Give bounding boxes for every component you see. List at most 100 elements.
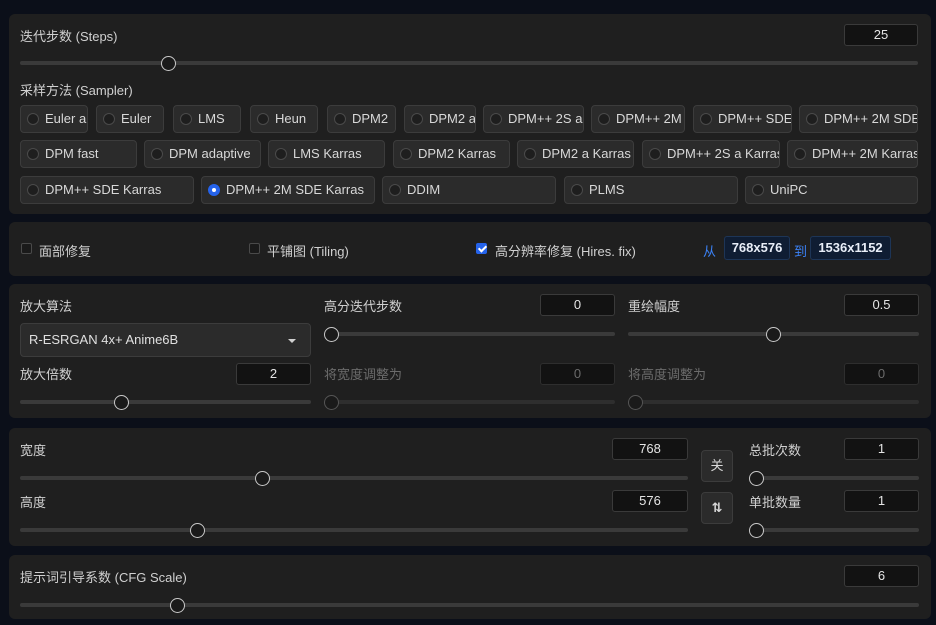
radio-icon [400,148,412,160]
hires-steps-slider-track[interactable] [324,332,615,336]
radio-icon [752,184,764,196]
height-slider-thumb[interactable] [189,523,205,538]
swap-dimensions-button[interactable]: ⇅ [701,492,733,524]
width-label: 宽度 [20,443,47,458]
sampler-option-lms-karras[interactable]: LMS Karras [268,140,385,168]
sampler-option-dpm2-karras[interactable]: DPM2 Karras [393,140,510,168]
denoise-input[interactable]: 0.5 [844,294,919,316]
cfg-slider-thumb[interactable] [170,598,186,613]
radio-selected-icon [208,184,220,196]
cfg-input[interactable]: 6 [844,565,919,587]
sampler-option-plms[interactable]: PLMS [564,176,738,204]
steps-slider-thumb[interactable] [161,56,177,71]
steps-sampler-panel: 迭代步数 (Steps) 25 采样方法 (Sampler) Euler a E… [9,14,931,214]
upscaler-label: 放大算法 [20,299,73,314]
resize-width-label: 将宽度调整为 [324,367,403,382]
resize-width-slider-thumb[interactable] [324,395,339,410]
height-slider-track[interactable] [20,528,688,532]
sampler-option-dpm-adaptive[interactable]: DPM adaptive [144,140,261,168]
batch-size-label: 单批数量 [749,495,802,510]
sampler-option-euler-a[interactable]: Euler a [20,105,88,133]
upscaler-dropdown[interactable]: R-ESRGAN 4x+ Anime6B [20,323,311,357]
radio-icon [649,148,661,160]
lock-aspect-button[interactable]: 关 [701,450,733,482]
tiling-label: 平铺图 (Tiling) [267,244,349,259]
radio-icon [411,113,423,125]
upscaler-value: R-ESRGAN 4x+ Anime6B [29,332,179,347]
cfg-slider-track[interactable] [20,603,919,607]
sampler-option-dpm2-a-karras[interactable]: DPM2 a Karras [517,140,634,168]
width-slider-track[interactable] [20,476,688,480]
sampler-option-dpmpp-2s-a[interactable]: DPM++ 2S a [483,105,584,133]
upscale-by-label: 放大倍数 [20,367,73,382]
radio-icon [598,113,610,125]
from-label: 从 [703,244,717,259]
hires-steps-slider-thumb[interactable] [324,327,339,342]
batch-size-slider-thumb[interactable] [749,523,764,538]
sampler-option-dpmpp-2m[interactable]: DPM++ 2M [591,105,685,133]
radio-icon [794,148,806,160]
steps-label: 迭代步数 (Steps) [20,29,118,44]
batch-count-slider-track[interactable] [749,476,919,480]
upscale-by-input[interactable]: 2 [236,363,311,385]
steps-slider-track[interactable] [20,61,918,65]
radio-icon [389,184,401,196]
batch-count-label: 总批次数 [749,443,802,458]
resize-height-label: 将高度调整为 [628,367,707,382]
hires-fix-label: 高分辨率修复 (Hires. fix) [495,244,636,259]
face-restore-checkbox[interactable] [21,243,32,254]
hires-steps-input[interactable]: 0 [540,294,615,316]
batch-count-slider-thumb[interactable] [749,471,764,486]
batch-size-input[interactable]: 1 [844,490,919,512]
sampler-option-unipc[interactable]: UniPC [745,176,918,204]
resize-height-slider-track[interactable] [628,400,919,404]
sampler-option-dpm2[interactable]: DPM2 [327,105,396,133]
width-slider-thumb[interactable] [255,471,271,486]
radio-icon [700,113,712,125]
sampler-option-dpmpp-sde-karras[interactable]: DPM++ SDE Karras [20,176,194,204]
from-resolution: 768x576 [724,236,790,260]
sampler-option-dpm2-a[interactable]: DPM2 a [404,105,476,133]
radio-icon [180,113,192,125]
upscale-by-slider-thumb[interactable] [113,395,129,410]
radio-icon [27,184,39,196]
resize-height-input[interactable]: 0 [844,363,919,385]
upscale-by-slider-track[interactable] [20,400,311,404]
denoise-label: 重绘幅度 [628,299,681,314]
height-input[interactable]: 576 [612,490,688,512]
radio-icon [524,148,536,160]
sampler-option-euler[interactable]: Euler [96,105,164,133]
to-label: 到 [794,244,808,259]
cfg-panel: 提示词引导系数 (CFG Scale) 6 [9,555,931,619]
width-input[interactable]: 768 [612,438,688,460]
sampler-option-dpmpp-2m-karras[interactable]: DPM++ 2M Karras [787,140,918,168]
batch-count-input[interactable]: 1 [844,438,919,460]
steps-input[interactable]: 25 [844,24,918,46]
resize-width-input[interactable]: 0 [540,363,615,385]
radio-icon [275,148,287,160]
sampler-option-dpmpp-sde[interactable]: DPM++ SDE [693,105,792,133]
sampler-option-dpmpp-2s-a-karras[interactable]: DPM++ 2S a Karras [642,140,780,168]
resize-width-slider-track[interactable] [324,400,615,404]
sampler-label: 采样方法 (Sampler) [20,83,133,98]
denoise-slider-thumb[interactable] [766,327,781,342]
sampler-option-dpmpp-2m-sde-karras[interactable]: DPM++ 2M SDE Karras [201,176,375,204]
sampler-option-ddim[interactable]: DDIM [382,176,556,204]
resize-height-slider-thumb[interactable] [628,395,643,410]
radio-icon [571,184,583,196]
hires-fix-checkbox[interactable] [476,243,487,254]
sampler-option-dpm-fast[interactable]: DPM fast [20,140,137,168]
radio-icon [334,113,346,125]
sampler-option-dpmpp-2m-sde[interactable]: DPM++ 2M SDE [799,105,918,133]
swap-icon: ⇅ [711,500,723,515]
tiling-checkbox[interactable] [249,243,260,254]
cfg-label: 提示词引导系数 (CFG Scale) [20,570,187,585]
sampler-option-lms[interactable]: LMS [173,105,241,133]
radio-icon [27,148,39,160]
radio-icon [257,113,269,125]
batch-size-slider-track[interactable] [749,528,919,532]
sampler-option-heun[interactable]: Heun [250,105,318,133]
radio-icon [806,113,818,125]
hires-steps-label: 高分迭代步数 [324,299,403,314]
face-restore-label: 面部修复 [39,244,92,259]
